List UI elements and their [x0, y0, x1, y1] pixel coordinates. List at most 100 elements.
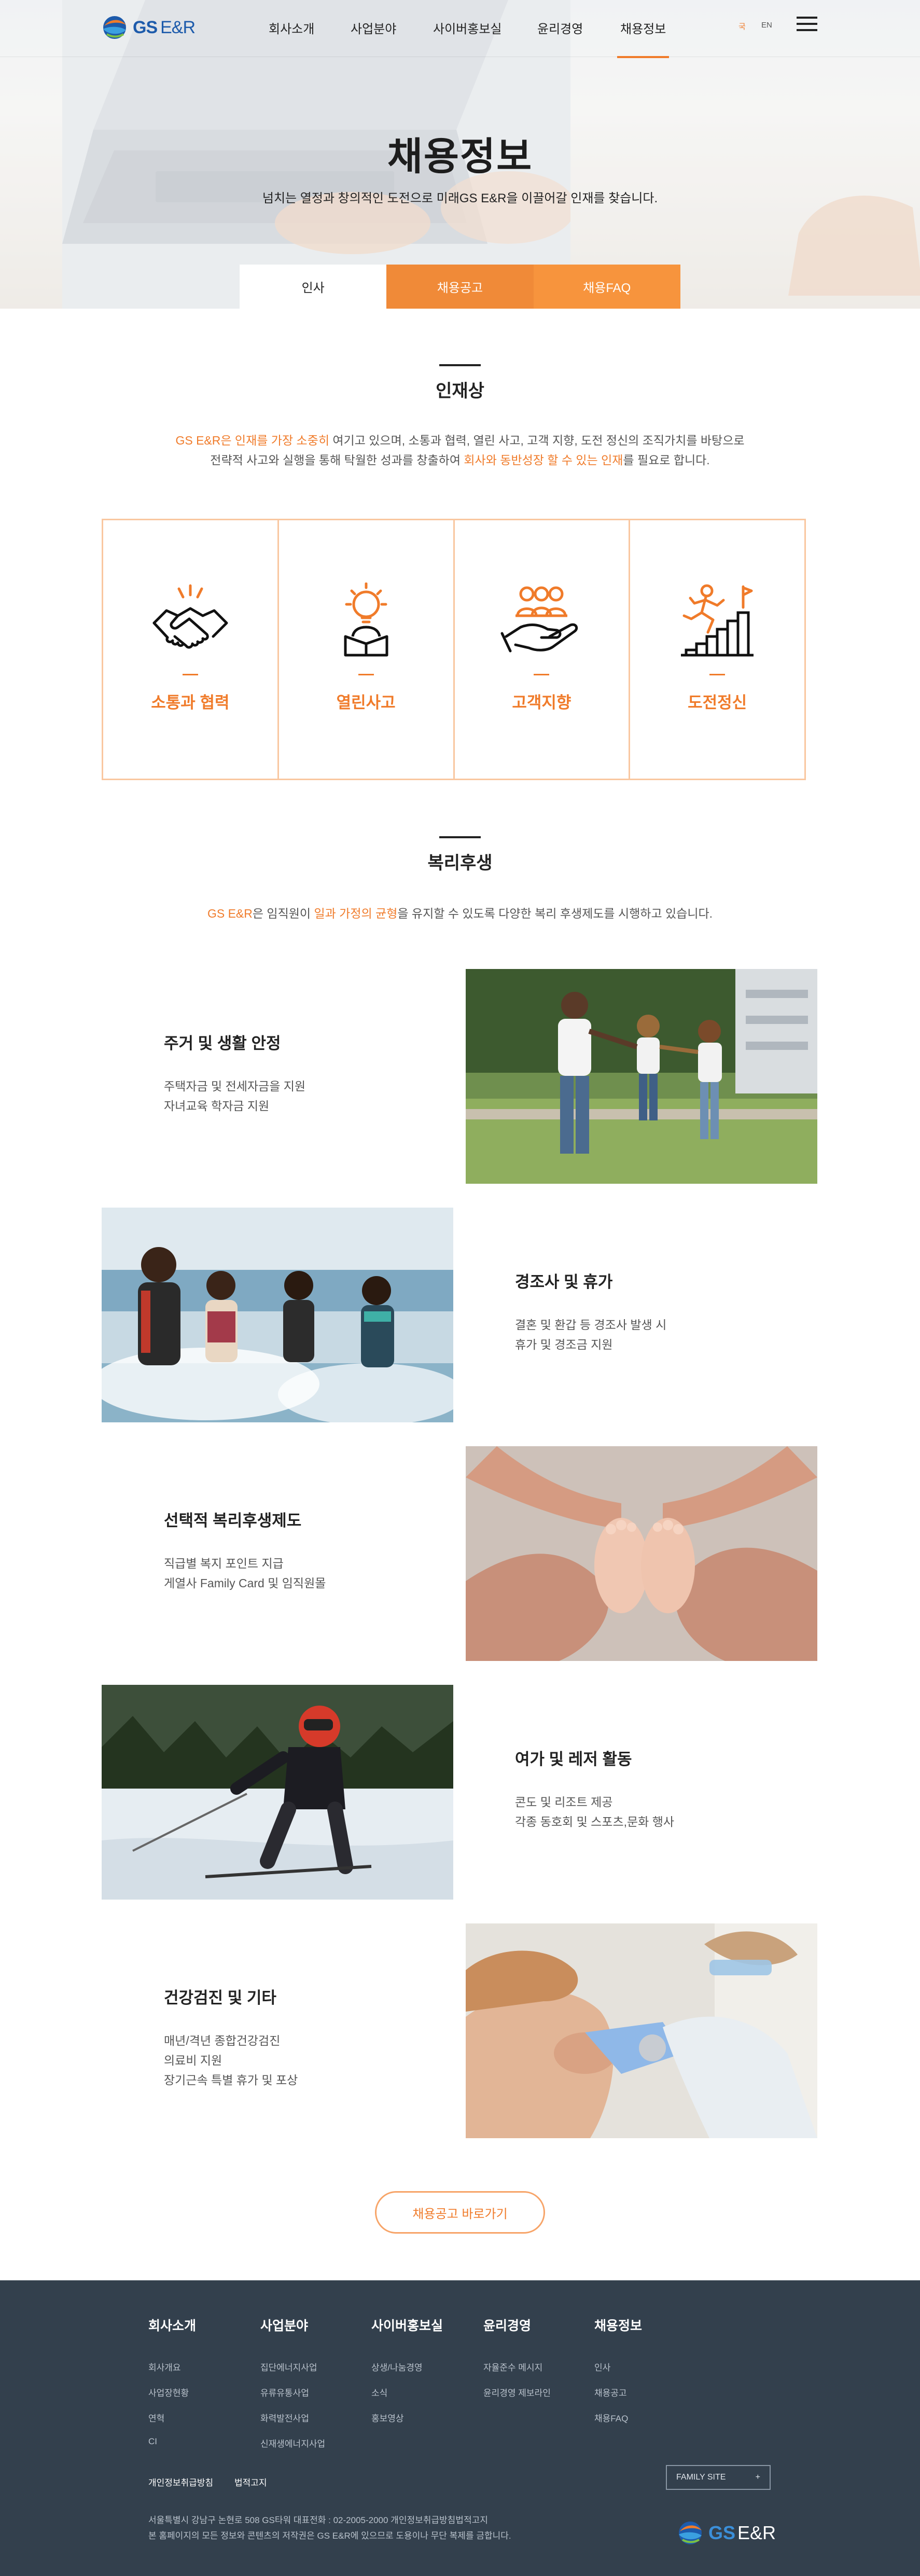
tab-faq[interactable]: 채용FAQ [533, 265, 680, 309]
tab-hr[interactable]: 인사 [240, 265, 387, 309]
page-subtitle: 넘치는 열정과 창의적인 도전으로 미래GS E&R을 이끌어갈 인재를 찾습니… [262, 191, 658, 205]
footer-link[interactable]: 소식 [371, 2386, 443, 2399]
main-menu: 회사소개 사업분야 사이버홍보실 윤리경영 채용정보 [0, 19, 920, 58]
welfare-description: GS E&R은 임직원이 일과 가정의 균형을 유지할 수 있도록 다양한 복리… [0, 904, 920, 923]
talent-grid: 소통과 협력 열린사고 고객지향 도전정신 [102, 519, 806, 780]
hamburger-menu-icon[interactable] [797, 17, 817, 32]
talent-label: 열린사고 [336, 694, 396, 712]
job-posting-shortcut-button[interactable]: 채용공고 바로가기 [375, 2191, 545, 2234]
baby-feet-photo [466, 1446, 817, 1661]
footer-link[interactable]: 상생/나눔경영 [371, 2360, 443, 2373]
welfare-title: 복리후생 [427, 853, 493, 873]
footer-link[interactable]: 홍보영상 [371, 2411, 443, 2424]
talent-title: 인재상 [436, 381, 484, 401]
global-nav: GS E&R 회사소개 사업분야 사이버홍보실 윤리경영 채용정보 국 EN [0, 0, 920, 58]
menu-ethics[interactable]: 윤리경영 [537, 19, 583, 37]
footer-address-line: 서울특별시 강남구 논현로 508 GS타워 대표전화 : 02-2005-20… [148, 2515, 488, 2525]
welfare-item-title: 건강검진 및 기타 [164, 1989, 276, 2007]
welfare-item-leisure: 여가 및 레저 활동 콘도 및 리조트 제공 각종 동호회 및 스포츠,문화 행… [515, 1746, 674, 1832]
footer-col-head[interactable]: 회사소개 [148, 2316, 196, 2334]
footer-link[interactable]: 집단에너지사업 [260, 2360, 325, 2373]
talent-label: 고객지향 [512, 694, 571, 712]
footer-gs-er-logo: GS E&R [677, 2520, 776, 2546]
footer-col-head[interactable]: 채용정보 [594, 2316, 642, 2334]
welfare-item-line: 장기근속 특별 휴가 및 포상 [164, 2073, 298, 2087]
footer-link[interactable]: 윤리경영 제보라인 [483, 2386, 551, 2399]
welfare-item-title: 경조사 및 휴가 [515, 1273, 613, 1291]
menu-pr[interactable]: 사이버홍보실 [433, 19, 501, 37]
family-site-label: FAMILY SITE [676, 2473, 726, 2482]
welfare-item-line: 의료비 지원 [164, 2054, 222, 2067]
footer-col-business: 사업분야 집단에너지사업 유류유통사업 화력발전사업 신재생에너지사업 [260, 2316, 325, 2462]
family-site-select[interactable]: FAMILY SITE + [666, 2465, 771, 2490]
menu-business[interactable]: 사업분야 [351, 19, 396, 37]
talent-dash [182, 674, 198, 675]
talent-label: 도전정신 [688, 694, 747, 712]
footer-col-head[interactable]: 윤리경영 [483, 2316, 551, 2334]
welfare-item-line: 휴가 및 경조금 지원 [515, 1338, 613, 1351]
skier-photo [102, 1685, 453, 1900]
welfare-item-health: 건강검진 및 기타 매년/격년 종합건강검진 의료비 지원 장기근속 특별 휴가… [164, 1985, 298, 2090]
customer-hand-icon [500, 586, 578, 653]
talent-desc-text-3: 를 필요로 합니다. [623, 453, 710, 467]
footer-link[interactable]: 사업장현황 [148, 2386, 196, 2399]
footer-link[interactable]: 신재생에너지사업 [260, 2436, 325, 2449]
talent-desc-highlight-2: 회사와 동반성장 할 수 있는 인재 [464, 453, 623, 467]
talent-card-challenge: 도전정신 [630, 520, 804, 779]
talent-dash [358, 674, 374, 675]
welfare-item-housing: 주거 및 생활 안정 주택자금 및 전세자금을 지원 자녀교육 학자금 지원 [164, 1030, 305, 1116]
dental-checkup-photo [466, 1923, 817, 2138]
welfare-desc-text-2: 을 유지할 수 있도록 다양한 복리 후생제도를 시행하고 있습니다. [397, 907, 713, 920]
menu-company[interactable]: 회사소개 [269, 19, 314, 37]
section-divider [439, 364, 481, 366]
menu-recruit[interactable]: 채용정보 [617, 19, 670, 58]
welfare-item-line: 주택자금 및 전세자금을 지원 [164, 1079, 306, 1093]
talent-card-cooperation: 소통과 협력 [103, 520, 279, 779]
welfare-item-line: 결혼 및 환갑 등 경조사 발생 시 [515, 1318, 667, 1332]
kids-pool-photo [102, 1208, 453, 1422]
talent-card-open-mind: 열린사고 [279, 520, 455, 779]
lightbulb-icon [344, 583, 388, 657]
footer-link[interactable]: 채용공고 [594, 2386, 642, 2399]
welfare-item-line: 콘도 및 리조트 제공 [515, 1795, 613, 1809]
footer: 회사소개 회사개요 사업장현황 연혁 CI 사업분야 집단에너지사업 유류유통사… [0, 2280, 920, 2576]
talent-desc-text-1: 여기고 있으며, 소통과 협력, 열린 사고, 고객 지향, 도전 정신의 조직… [329, 434, 745, 447]
lang-kr-link[interactable]: 국 [738, 21, 746, 32]
sub-tabs: 인사 채용공고 채용FAQ [240, 265, 680, 309]
talent-label: 소통과 협력 [151, 694, 230, 712]
footer-link[interactable]: 화력발전사업 [260, 2411, 325, 2424]
footer-col-pr: 사이버홍보실 상생/나눔경영 소식 홍보영상 [371, 2316, 443, 2436]
page: GS E&R 회사소개 사업분야 사이버홍보실 윤리경영 채용정보 국 EN 채… [0, 0, 920, 2576]
welfare-item-line: 게열사 Family Card 및 임직원몰 [164, 1576, 326, 1590]
talent-desc-text-2: 전략적 사고와 실행을 통해 탁월한 성과를 창출하여 [210, 453, 464, 467]
tab-job-posting[interactable]: 채용공고 [386, 265, 534, 309]
challenge-growth-icon [681, 584, 754, 657]
footer-link[interactable]: CI [148, 2436, 196, 2447]
footer-link[interactable]: 인사 [594, 2360, 642, 2373]
talent-description: GS E&R은 인재를 가장 소중히 여기고 있으며, 소통과 협력, 열린 사… [0, 431, 920, 470]
welfare-item-line: 매년/격년 종합건강검진 [164, 2034, 281, 2047]
footer-link[interactable]: 유류유통사업 [260, 2386, 325, 2399]
footer-logo-gs-text: GS [708, 2522, 736, 2543]
footer-col-company: 회사소개 회사개요 사업장현황 연혁 CI [148, 2316, 196, 2459]
talent-dash [534, 674, 550, 675]
footer-col-head[interactable]: 사업분야 [260, 2316, 325, 2334]
welfare-item-line: 자녀교육 학자금 지원 [164, 1099, 270, 1113]
gs-logo-icon [679, 2522, 702, 2544]
welfare-desc-highlight: 일과 가정의 균형 [314, 907, 398, 920]
legal-notice-link[interactable]: 법적고지 [234, 2475, 267, 2488]
talent-card-customer: 고객지향 [455, 520, 631, 779]
page-title: 채용정보 [387, 135, 533, 178]
footer-col-head[interactable]: 사이버홍보실 [371, 2316, 443, 2334]
handshake-icon [152, 584, 228, 649]
welfare-item-selective: 선택적 복리후생제도 직급별 복지 포인트 지급 게열사 Family Card… [164, 1507, 326, 1593]
footer-link[interactable]: 채용FAQ [594, 2411, 642, 2424]
footer-link[interactable]: 연혁 [148, 2411, 196, 2424]
footer-link[interactable]: 회사개요 [148, 2360, 196, 2373]
footer-link[interactable]: 자율준수 메시지 [483, 2360, 551, 2373]
welfare-item-line: 각종 동호회 및 스포츠,문화 행사 [515, 1815, 675, 1829]
footer-address: 서울특별시 강남구 논현로 508 GS타워 대표전화 : 02-2005-20… [148, 2513, 511, 2544]
lang-en-link[interactable]: EN [761, 21, 772, 30]
privacy-policy-link[interactable]: 개인정보취급방침 [148, 2475, 213, 2488]
footer-col-recruit: 채용정보 인사 채용공고 채용FAQ [594, 2316, 642, 2436]
